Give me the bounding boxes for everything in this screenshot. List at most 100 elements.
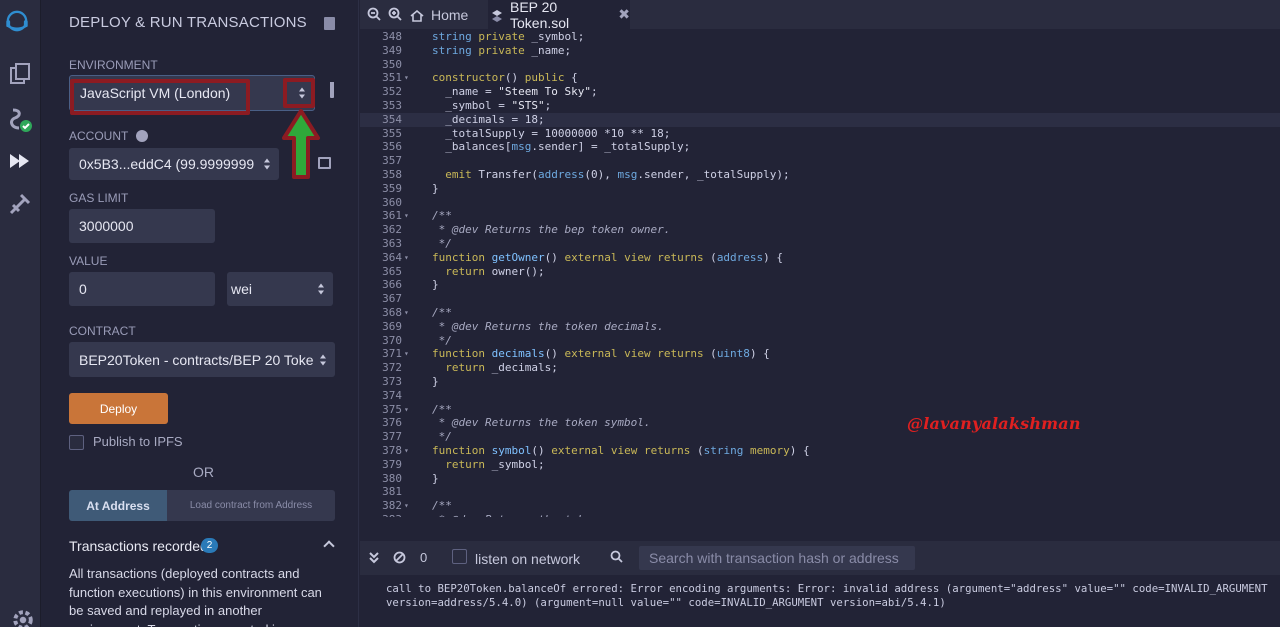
code-text: function symbol() external view returns … <box>432 444 810 457</box>
code-line[interactable]: 354 _decimals = 18; <box>360 112 1280 127</box>
editor-tab-bar: Home BEP 20 Token.sol ✖ <box>360 0 1280 31</box>
tab-bep20-token[interactable]: BEP 20 Token.sol ✖ <box>488 0 630 31</box>
code-line[interactable]: 367 <box>360 292 1280 306</box>
add-account-icon[interactable] <box>136 130 149 142</box>
code-line[interactable]: 356 _balances[msg.sender] = _totalSupply… <box>360 140 1280 154</box>
settings-gear-icon[interactable] <box>10 607 33 627</box>
code-line[interactable]: 350 <box>360 58 1280 72</box>
transaction-search-input[interactable]: Search with transaction hash or address <box>639 546 915 570</box>
code-line[interactable]: 381 <box>360 485 1280 499</box>
documentation-book-icon[interactable] <box>324 17 335 30</box>
code-line[interactable]: 361 ▾ /** <box>360 209 1280 223</box>
chevron-double-down-icon[interactable] <box>369 551 379 564</box>
code-line[interactable]: 383 * @dev Returns the token name. <box>360 513 1280 517</box>
code-text: * @dev Returns the bep token owner. <box>432 223 671 237</box>
environment-info-icon[interactable] <box>330 84 334 98</box>
code-line[interactable]: 353 _symbol = "STS"; <box>360 99 1280 113</box>
code-line[interactable]: 375 ▾ /** <box>360 403 1280 417</box>
line-number: 366 <box>382 278 402 292</box>
fold-arrow-icon[interactable]: ▾ <box>404 347 409 361</box>
code-line[interactable]: 357 <box>360 154 1280 168</box>
code-line[interactable]: 377 */ <box>360 430 1280 444</box>
at-address-button[interactable]: At Address <box>69 490 167 521</box>
code-line[interactable]: 380} <box>360 472 1280 486</box>
code-line[interactable]: 362 * @dev Returns the bep token owner. <box>360 223 1280 237</box>
code-line[interactable]: 355 _totalSupply = 10000000 *10 ** 18; <box>360 127 1280 141</box>
account-select[interactable]: 0x5B3...eddC4 (99.9999999 <box>69 148 279 180</box>
fold-arrow-icon[interactable]: ▾ <box>404 499 409 513</box>
code-line[interactable]: 352 _name = "Steem To Sky"; <box>360 85 1280 99</box>
code-line[interactable]: 360 <box>360 196 1280 210</box>
code-text: _symbol = "STS"; <box>432 99 552 112</box>
watermark-text: @lavanyalakshman <box>907 414 1081 433</box>
fold-arrow-icon[interactable]: ▾ <box>404 444 409 458</box>
line-number: 378 <box>382 444 402 457</box>
code-text: constructor() public { <box>432 71 578 85</box>
code-text: } <box>432 471 439 485</box>
code-line[interactable]: 358 emit Transfer(address(0), msg.sender… <box>360 168 1280 182</box>
code-editor[interactable]: 348 string private _symbol; 349 string priv… <box>360 29 1280 517</box>
close-tab-icon[interactable]: ✖ <box>618 6 630 23</box>
code-line[interactable]: 371 ▾ function decimals() external view re… <box>360 347 1280 361</box>
code-text: /** <box>432 499 452 513</box>
code-line[interactable]: 370 */ <box>360 334 1280 348</box>
load-contract-input[interactable]: Load contract from Address <box>167 490 335 521</box>
line-number: 348 <box>382 30 402 43</box>
code-text: return _symbol; <box>445 457 545 471</box>
gas-limit-input[interactable]: 3000000 <box>69 209 215 243</box>
code-line[interactable]: 382 ▾ /** <box>360 499 1280 513</box>
edit-account-icon[interactable] <box>318 157 331 169</box>
code-line[interactable]: 349 string private _name; <box>360 44 1280 58</box>
fold-arrow-icon[interactable]: ▾ <box>404 71 409 85</box>
listen-network-checkbox[interactable] <box>452 549 467 564</box>
line-number: 354 <box>382 112 402 126</box>
code-line[interactable]: 374 <box>360 389 1280 403</box>
tab-home[interactable]: Home <box>410 0 468 29</box>
code-line[interactable]: 378 ▾ function symbol() external view retu… <box>360 444 1280 458</box>
code-text: return owner(); <box>445 264 545 278</box>
code-line[interactable]: 348 string private _symbol; <box>360 30 1280 44</box>
deploy-run-icon[interactable] <box>7 148 33 174</box>
code-line[interactable]: 373} <box>360 375 1280 389</box>
code-line[interactable]: 366} <box>360 278 1280 292</box>
fold-arrow-icon[interactable]: ▾ <box>404 306 409 320</box>
zoom-out-icon[interactable] <box>367 7 381 21</box>
code-line[interactable]: 364 ▾ function getOwner() external view re… <box>360 251 1280 265</box>
contract-select[interactable]: BEP20Token - contracts/BEP 20 Token <box>69 342 335 377</box>
code-line[interactable]: 363 */ <box>360 237 1280 251</box>
code-line[interactable]: 379 return _symbol; <box>360 458 1280 472</box>
value-input[interactable]: 0 <box>69 272 215 306</box>
line-number: 377 <box>382 430 402 444</box>
code-line[interactable]: 376 * @dev Returns the token symbol. <box>360 416 1280 430</box>
code-text: emit Transfer(address(0), msg.sender, _t… <box>445 168 790 181</box>
fold-arrow-icon[interactable]: ▾ <box>404 403 409 417</box>
file-explorer-icon[interactable] <box>7 62 33 88</box>
code-line[interactable]: 369 * @dev Returns the token decimals. <box>360 320 1280 334</box>
code-line[interactable]: 365 return owner(); <box>360 265 1280 279</box>
select-arrows-icon <box>318 283 325 295</box>
zoom-in-icon[interactable] <box>388 7 402 21</box>
code-line[interactable]: 351 ▾ constructor() public { <box>360 71 1280 85</box>
publish-ipfs-checkbox[interactable] <box>69 435 84 450</box>
annotation-arrow-icon <box>282 109 320 179</box>
clear-console-icon[interactable] <box>393 551 406 564</box>
value-unit-select[interactable]: wei <box>227 272 333 306</box>
fold-arrow-icon[interactable]: ▾ <box>404 209 409 223</box>
select-arrows-icon <box>320 354 327 365</box>
line-number: 358 <box>382 168 402 181</box>
code-line[interactable]: 368 ▾ /** <box>360 306 1280 320</box>
code-line[interactable]: 372 return _decimals; <box>360 361 1280 375</box>
deploy-button[interactable]: Deploy <box>69 393 168 424</box>
value-label: VALUE <box>69 254 108 268</box>
code-text: /** <box>432 402 452 416</box>
plugin-manager-icon[interactable] <box>7 191 33 217</box>
fold-arrow-icon[interactable]: ▾ <box>404 251 409 265</box>
or-divider: OR <box>193 464 214 480</box>
chevron-up-icon[interactable] <box>323 540 335 552</box>
solidity-compiler-icon[interactable] <box>7 106 33 132</box>
transactions-recorded-title[interactable]: Transactions recorded <box>69 538 208 554</box>
line-number: 380 <box>382 471 402 485</box>
code-text: } <box>432 278 439 292</box>
code-line[interactable]: 359} <box>360 182 1280 196</box>
remix-logo-icon[interactable] <box>4 8 38 42</box>
